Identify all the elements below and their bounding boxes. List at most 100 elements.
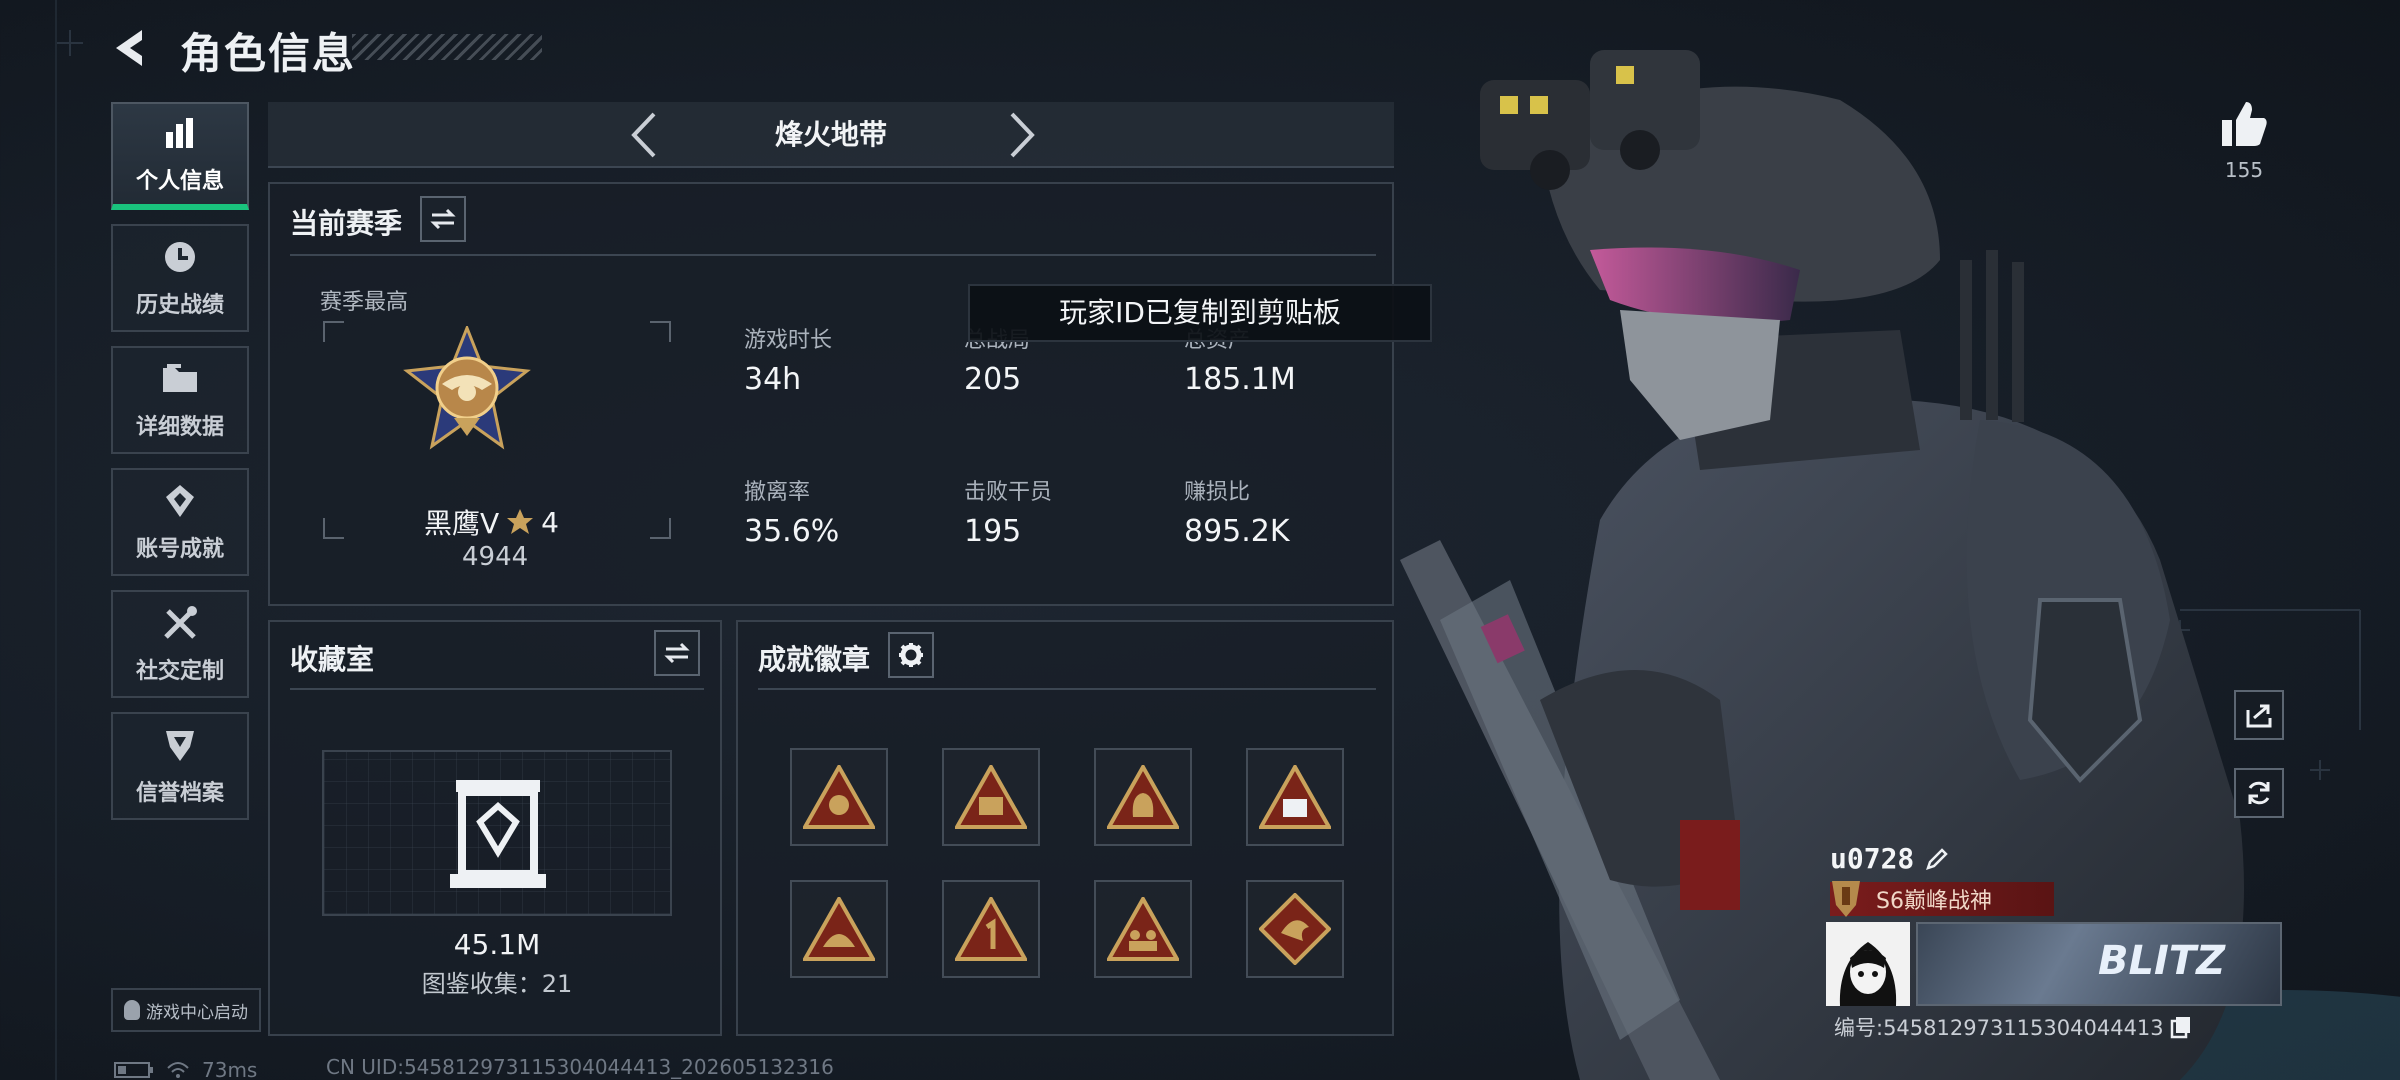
mode-switcher: 烽火地带: [268, 102, 1394, 168]
back-button[interactable]: [108, 24, 156, 72]
badge-squad-icon: [1107, 897, 1179, 961]
nav-label: 个人信息: [135, 169, 224, 194]
rank-name-text: 黑鹰V: [424, 507, 500, 540]
nav-item-history[interactable]: 历史战绩: [111, 224, 249, 332]
banner-text: BLITZ: [2098, 938, 2226, 984]
nav-item-achievements[interactable]: 账号成就: [111, 468, 249, 576]
badge-slot[interactable]: [790, 880, 888, 978]
nav-item-personal-info[interactable]: 个人信息: [111, 102, 249, 210]
player-id: 编号:545812973115304044413: [1834, 1016, 2164, 1040]
stat-value-playtime: 34h: [744, 362, 802, 397]
gear-icon: [899, 643, 923, 667]
copy-toast: 玩家ID已复制到剪贴板: [968, 284, 1432, 342]
collection-panel: 收藏室 45.1M 图鉴收集：21: [268, 620, 722, 1036]
mode-title: 烽火地带: [774, 118, 887, 151]
bar-chart-icon: [158, 113, 202, 153]
edit-pencil-icon[interactable]: [1924, 846, 1950, 872]
like-button[interactable]: [2216, 96, 2272, 152]
title-decoration: [352, 34, 542, 60]
stat-value-assets: 185.1M: [1184, 362, 1296, 397]
profile-banner[interactable]: BLITZ: [1916, 922, 2282, 1006]
avatar-image: [1839, 942, 1897, 1006]
stat-label-kills: 击败干员: [964, 480, 1053, 505]
chevron-left-icon: [631, 112, 656, 158]
rank-eagle-emblem-icon: [403, 326, 531, 450]
badges-panel: 成就徽章: [736, 620, 1394, 1036]
collection-title: 收藏室: [290, 643, 375, 676]
display-case-icon: [450, 780, 546, 888]
badge-bag-icon: [1107, 765, 1179, 829]
uid-text: CN UID:545812973115304044413_20260513231…: [326, 1055, 834, 1079]
season-panel: 当前赛季 赛季最高 黑鹰V 4 4944 游戏时长 34h 总战局 205 总资…: [268, 182, 1394, 606]
profile-name-row: u0728: [1830, 842, 1950, 875]
stat-label-profit-ratio: 赚损比: [1184, 480, 1251, 505]
badge-s6-icon: [1259, 765, 1331, 829]
season-switch-button[interactable]: [420, 196, 466, 242]
badges-title: 成就徽章: [758, 643, 871, 676]
stat-value-profit-ratio: 895.2K: [1184, 514, 1290, 549]
title-badge: S6巅峰战神: [1830, 881, 2054, 917]
stat-label-playtime: 游戏时长: [744, 328, 833, 353]
clock-icon: [158, 237, 202, 277]
title-badge-text: S6巅峰战神: [1876, 889, 1992, 914]
badge-crest-icon: [955, 765, 1027, 829]
badge-dragon-icon: [1259, 893, 1331, 965]
back-arrow-icon: [116, 30, 142, 66]
stat-value-kills: 195: [964, 514, 1022, 549]
badge-slot[interactable]: [1094, 748, 1192, 846]
achievement-icon: [158, 481, 202, 521]
rank-name: 黑鹰V 4: [424, 502, 559, 542]
refresh-icon: [2248, 781, 2270, 805]
rank-crest-icon: [1832, 881, 1860, 917]
nav-item-reputation[interactable]: 信誉档案: [111, 712, 249, 820]
page-title: 角色信息: [180, 29, 357, 78]
star-icon: [507, 509, 534, 534]
collection-display[interactable]: [322, 750, 672, 916]
mode-prev-button[interactable]: [620, 108, 674, 162]
nav-item-detailed-data[interactable]: 详细数据: [111, 346, 249, 454]
game-center-label: 游戏中心启动: [146, 1002, 248, 1023]
mode-next-button[interactable]: [992, 108, 1046, 162]
nav-item-social[interactable]: 社交定制: [111, 590, 249, 698]
badge-number-one-icon: [955, 897, 1027, 961]
rank-stars: 4: [541, 505, 559, 539]
game-center-button[interactable]: 游戏中心启动: [111, 988, 261, 1032]
like-count: 155: [2224, 158, 2264, 182]
badge-slot[interactable]: [942, 748, 1040, 846]
swap-icon: [664, 642, 690, 664]
wifi-icon: [167, 1062, 189, 1078]
badge-slot[interactable]: [1246, 748, 1344, 846]
avatar[interactable]: [1826, 922, 1910, 1006]
refresh-button[interactable]: [2234, 768, 2284, 818]
player-id-row[interactable]: 编号:545812973115304044413: [1834, 1012, 2192, 1042]
chevron-right-icon: [1010, 112, 1035, 158]
shield-badge-icon: [158, 725, 202, 765]
share-icon: [2246, 704, 2272, 728]
badge-slot[interactable]: [790, 748, 888, 846]
badge-slot[interactable]: [1246, 880, 1344, 978]
qq-icon: [124, 1000, 140, 1020]
battery-icon: [114, 1062, 153, 1078]
rank-points: 4944: [462, 542, 529, 572]
thumbs-up-icon: [2222, 102, 2267, 146]
badge-eagle-icon: [803, 765, 875, 829]
nav-label: 信誉档案: [135, 781, 224, 806]
badge-slot[interactable]: [1094, 880, 1192, 978]
nav-label: 详细数据: [135, 415, 224, 440]
copy-icon[interactable]: [2170, 1015, 2192, 1039]
stat-label-extract-rate: 撤离率: [744, 480, 811, 505]
collection-value: 45.1M: [453, 928, 541, 961]
collection-catalog: 图鉴收集：21: [421, 970, 573, 998]
badges-settings-button[interactable]: [888, 632, 934, 678]
username: u0728: [1830, 842, 1915, 875]
season-title: 当前赛季: [290, 207, 403, 240]
nav-label: 账号成就: [135, 537, 224, 562]
stat-value-extract-rate: 35.6%: [744, 514, 840, 549]
collection-switch-button[interactable]: [654, 630, 700, 676]
badge-slot[interactable]: [942, 880, 1040, 978]
share-button[interactable]: [2234, 690, 2284, 740]
divider: [290, 254, 1376, 256]
divider: [758, 688, 1376, 690]
tools-icon: [158, 603, 202, 643]
folder-icon: [158, 359, 202, 399]
